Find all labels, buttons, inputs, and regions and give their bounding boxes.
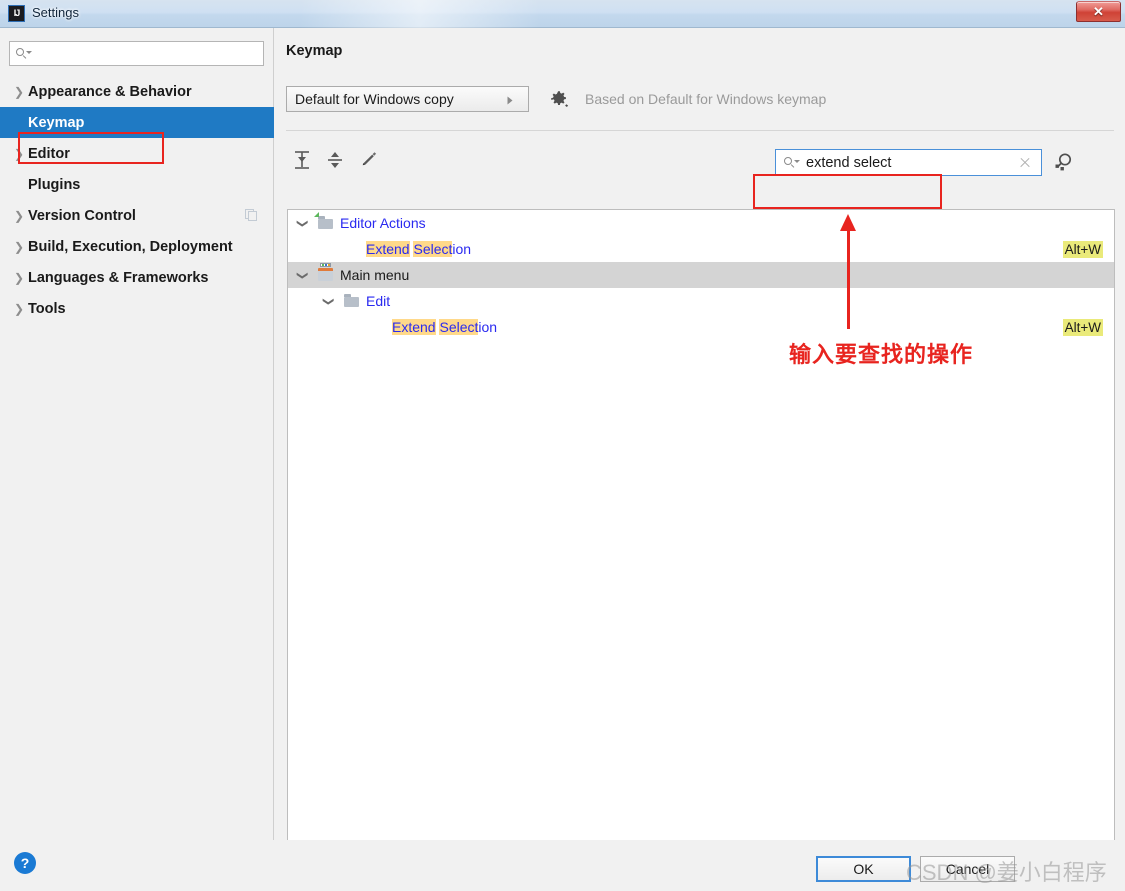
match-highlight: Extend [366, 241, 410, 257]
help-button[interactable]: ? [14, 852, 36, 874]
sidebar-item-tools[interactable]: ❯ Tools [0, 293, 274, 324]
chevron-right-icon: ❯ [14, 239, 25, 254]
search-icon [784, 156, 800, 169]
table-row[interactable]: ❮ Edit [288, 288, 1114, 314]
ok-button-label: OK [853, 861, 874, 877]
shortcut-badge: Alt+W [1062, 240, 1103, 258]
title-bar: IJ Settings ✕ [0, 0, 1125, 28]
chevron-right-icon: ❯ [14, 301, 25, 316]
table-row[interactable]: ❮ Main menu [288, 262, 1114, 288]
action-search-value: extend select [806, 154, 892, 171]
label-tail: ion [478, 319, 498, 335]
settings-sidebar: ❯ Appearance & Behavior ❯ Keymap ❯ Edito… [0, 28, 274, 840]
keymap-select-value: Default for Windows copy [295, 91, 454, 107]
tree-node-label: Extend Selection [366, 241, 471, 257]
copy-icon [245, 209, 258, 222]
sidebar-item-build-execution-deployment[interactable]: ❯ Build, Execution, Deployment [0, 231, 274, 262]
cancel-button-label: Cancel [945, 861, 990, 877]
sidebar-item-list: ❯ Appearance & Behavior ❯ Keymap ❯ Edito… [0, 76, 274, 324]
match-highlight: Select [439, 319, 479, 335]
table-row[interactable]: Extend Selection Alt+W [288, 236, 1114, 262]
folder-menu-icon [318, 263, 334, 282]
help-icon: ? [20, 855, 30, 871]
title-bar-sheen [300, 0, 540, 28]
keymap-select[interactable]: Default for Windows copy [286, 86, 529, 112]
sidebar-item-label: Keymap [28, 114, 85, 131]
cancel-button[interactable]: Cancel [920, 856, 1015, 882]
search-icon [16, 47, 32, 60]
annotation-arrow-line [847, 228, 850, 329]
chevron-down-icon[interactable]: ❮ [296, 218, 308, 227]
ok-button[interactable]: OK [816, 856, 911, 882]
match-highlight: Extend [392, 319, 436, 335]
tree-node-label: Edit [366, 293, 391, 309]
close-icon: ✕ [1093, 4, 1104, 19]
sidebar-item-label: Editor [28, 145, 70, 162]
sidebar-item-label: Tools [28, 300, 66, 317]
keymap-toolbar: extend select [286, 146, 1114, 178]
chevron-down-icon[interactable]: ❮ [322, 296, 334, 305]
based-on-label: Based on Default for Windows keymap [585, 91, 827, 107]
annotation-label: 输入要查找的操作 [789, 342, 974, 367]
divider [286, 130, 1114, 131]
keymap-settings-gear-button[interactable] [547, 87, 571, 111]
app-icon-label: IJ [13, 8, 20, 18]
shortcut-badge: Alt+W [1062, 318, 1103, 336]
edit-shortcut-button[interactable] [354, 146, 382, 174]
label-tail: ion [452, 241, 472, 257]
folder-green-icon [314, 212, 334, 230]
gear-icon [551, 91, 569, 107]
tree-node-label: Extend Selection [392, 319, 497, 335]
chevron-right-icon: ❯ [14, 146, 25, 161]
expand-all-icon [295, 151, 309, 169]
settings-dialog: IJ Settings ✕ ❯ Appearance & Behavior Ke… [0, 0, 1125, 891]
chevron-down-icon[interactable]: ❮ [296, 270, 308, 279]
shortcut-search-icon [1055, 153, 1072, 171]
sidebar-item-label: Build, Execution, Deployment [28, 238, 233, 255]
expand-all-button[interactable] [288, 146, 316, 174]
sidebar-item-version-control[interactable]: ❯ Version Control [0, 200, 274, 231]
chevron-right-icon: ❯ [14, 270, 25, 285]
find-by-shortcut-button[interactable] [1049, 149, 1077, 176]
sidebar-item-appearance-behavior[interactable]: ❯ Appearance & Behavior [0, 76, 274, 107]
sidebar-item-plugins[interactable]: ❯ Plugins [0, 169, 274, 200]
sidebar-item-label: Languages & Frameworks [28, 269, 209, 286]
sidebar-item-label: Appearance & Behavior [28, 83, 192, 100]
chevron-down-icon [507, 96, 513, 105]
sidebar-item-languages-frameworks[interactable]: ❯ Languages & Frameworks [0, 262, 274, 293]
pencil-icon [362, 152, 377, 166]
action-search-input[interactable]: extend select [775, 149, 1042, 176]
collapse-all-icon [328, 152, 342, 168]
match-highlight: Select [413, 241, 453, 257]
table-row[interactable]: Extend Selection Alt+W [288, 314, 1114, 340]
collapse-all-button[interactable] [321, 146, 349, 174]
dialog-body: ❯ Appearance & Behavior ❯ Keymap ❯ Edito… [0, 28, 1125, 854]
tree-node-label: Main menu [340, 267, 410, 283]
page-title: Keymap [286, 43, 343, 59]
sidebar-item-label: Plugins [28, 176, 81, 193]
tree-node-label: Editor Actions [340, 215, 426, 231]
table-row[interactable]: ❮ Editor Actions [288, 210, 1114, 236]
folder-icon [344, 294, 360, 308]
chevron-right-icon: ❯ [14, 208, 25, 223]
sidebar-search-input[interactable] [9, 41, 264, 66]
keymap-action-tree: ❮ Editor Actions Extend Selection Alt+W … [287, 209, 1115, 854]
sidebar-item-keymap[interactable]: ❯ Keymap [0, 107, 274, 138]
close-window-button[interactable]: ✕ [1076, 1, 1121, 22]
chevron-right-icon: ❯ [14, 84, 25, 99]
intellij-logo-icon: IJ [8, 5, 25, 22]
sidebar-item-editor[interactable]: ❯ Editor [0, 138, 274, 169]
clear-search-icon[interactable] [1019, 157, 1031, 169]
sidebar-item-label: Version Control [28, 207, 136, 224]
window-title: Settings [32, 5, 79, 20]
